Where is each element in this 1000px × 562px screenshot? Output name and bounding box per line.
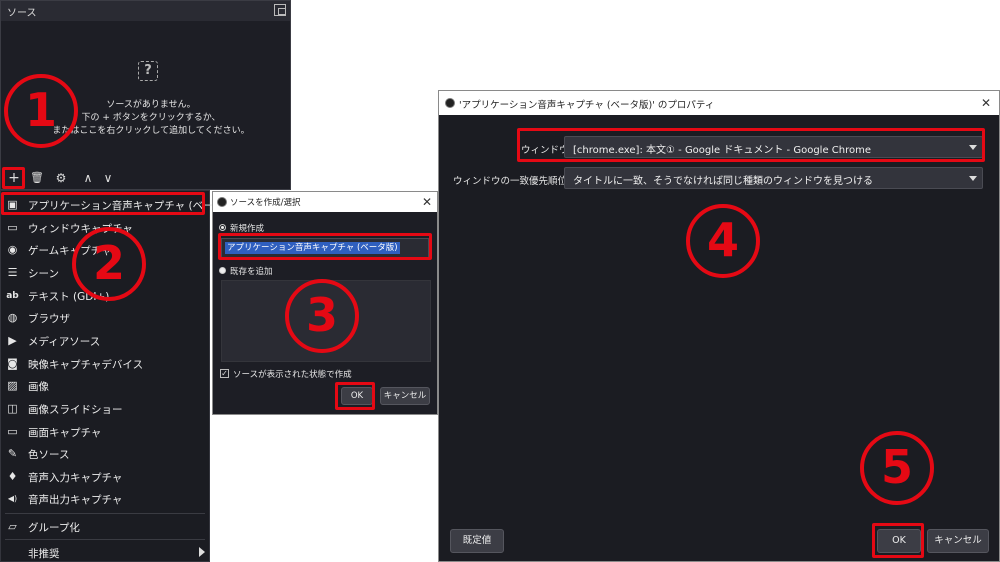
menu-item-group[interactable]: ▱ グループ化 (1, 516, 209, 538)
step-number-2: 2 (72, 227, 146, 301)
monitor-icon: ▭ (7, 425, 18, 438)
create-source-titlebar: ソースを作成/選択 ✕ (213, 192, 437, 212)
chevron-down-icon (969, 176, 977, 181)
speaker-icon: ◀) (7, 494, 18, 503)
text-icon: ab (6, 291, 19, 301)
menu-item-label: 音声出力キャプチャ (28, 494, 123, 506)
highlight-window-select (517, 128, 985, 162)
brush-icon: ✎ (7, 447, 18, 460)
window-priority-value: タイトルに一致、そうでなければ同じ種類のウィンドウを見つける (573, 176, 873, 187)
new-source-radio[interactable] (219, 224, 226, 231)
play-icon: ▶ (8, 334, 17, 347)
globe-icon: ◍ (7, 311, 18, 324)
menu-item-audio-input-capture[interactable]: ♦ 音声入力キャプチャ (1, 466, 209, 488)
window-priority-select[interactable]: タイトルに一致、そうでなければ同じ種類のウィンドウを見つける (564, 167, 983, 189)
menu-separator (5, 539, 205, 540)
close-icon[interactable]: ✕ (981, 97, 991, 109)
obs-logo-icon (445, 98, 455, 108)
create-source-title: ソースを作成/選択 (230, 198, 301, 208)
menu-item-label: 画面キャプチャ (28, 427, 102, 439)
menu-item-label: 画像スライドショー (28, 404, 123, 416)
image-icon: ▨ (7, 379, 18, 392)
submenu-arrow-icon (199, 547, 205, 557)
menu-item-label: 音声入力キャプチャ (28, 472, 123, 484)
step-number-4: 4 (686, 204, 760, 278)
menu-item-color-source[interactable]: ✎ 色ソース (1, 443, 209, 465)
menu-item-label: 画像 (28, 381, 49, 393)
obs-logo-icon (217, 197, 227, 207)
step-number-3: 3 (285, 279, 359, 353)
menu-item-label: 映像キャプチャデバイス (28, 359, 144, 371)
window-priority-label: ウィンドウの一致優先順位 (453, 176, 568, 187)
visible-checkbox[interactable]: ✓ (220, 369, 229, 378)
source-properties-button[interactable]: ⚙ (51, 169, 71, 187)
existing-source-label: 既存を追加 (230, 267, 273, 277)
question-icon: ? (138, 61, 158, 81)
menu-item-video-capture-device[interactable]: ◙ 映像キャプチャデバイス (1, 353, 209, 375)
microphone-icon: ♦ (7, 470, 18, 483)
highlight-properties-ok (872, 523, 924, 558)
menu-item-label: 非推奨 (28, 548, 60, 560)
highlight-source-name (218, 233, 432, 260)
move-down-button[interactable]: ∨ (98, 169, 118, 187)
defaults-button[interactable]: 既定値 (450, 529, 504, 553)
menu-item-image[interactable]: ▨ 画像 (1, 375, 209, 397)
sources-panel-header: ソース (1, 1, 290, 21)
undock-icon[interactable] (274, 4, 286, 16)
folder-icon: ▱ (8, 520, 17, 533)
sources-toolbar: + 🗑 ⚙ ∧ ∨ (1, 167, 290, 189)
menu-item-audio-output-capture[interactable]: ◀) 音声出力キャプチャ (1, 488, 209, 510)
camera-icon: ◙ (7, 357, 18, 370)
gamepad-icon: ◉ (7, 243, 18, 256)
create-cancel-button[interactable]: キャンセル (380, 387, 430, 405)
menu-item-label: メディアソース (28, 336, 101, 348)
existing-source-radio[interactable] (219, 267, 226, 274)
highlight-create-ok (335, 382, 375, 410)
visible-checkbox-label: ソースが表示された状態で作成 (233, 370, 352, 380)
menu-item-image-slideshow[interactable]: ◫ 画像スライドショー (1, 398, 209, 420)
sources-panel-title: ソース (7, 8, 37, 19)
menu-separator (5, 513, 205, 514)
menu-item-label: シーン (28, 268, 59, 280)
menu-item-deprecated[interactable]: 非推奨 (1, 542, 209, 562)
close-icon[interactable]: ✕ (422, 196, 432, 208)
menu-item-label: グループ化 (28, 522, 80, 534)
highlight-add-button (2, 167, 25, 189)
slideshow-icon: ◫ (7, 402, 18, 415)
step-number-5: 5 (860, 431, 934, 505)
properties-cancel-button[interactable]: キャンセル (927, 529, 989, 553)
properties-titlebar: 'アプリケーション音声キャプチャ (ベータ版)' のプロパティ ✕ (439, 91, 999, 115)
window-icon: ▭ (7, 221, 18, 234)
menu-item-label: ブラウザ (28, 313, 70, 325)
list-icon: ☰ (7, 266, 18, 279)
remove-source-button[interactable]: 🗑 (27, 169, 47, 187)
highlight-application-audio-item (1, 192, 205, 215)
menu-item-browser[interactable]: ◍ ブラウザ (1, 307, 209, 329)
menu-item-label: 色ソース (28, 449, 70, 461)
properties-title: 'アプリケーション音声キャプチャ (ベータ版)' のプロパティ (459, 100, 715, 111)
move-up-button[interactable]: ∧ (78, 169, 98, 187)
step-number-1: 1 (4, 74, 78, 148)
menu-item-display-capture[interactable]: ▭ 画面キャプチャ (1, 421, 209, 443)
menu-item-media-source[interactable]: ▶ メディアソース (1, 330, 209, 352)
